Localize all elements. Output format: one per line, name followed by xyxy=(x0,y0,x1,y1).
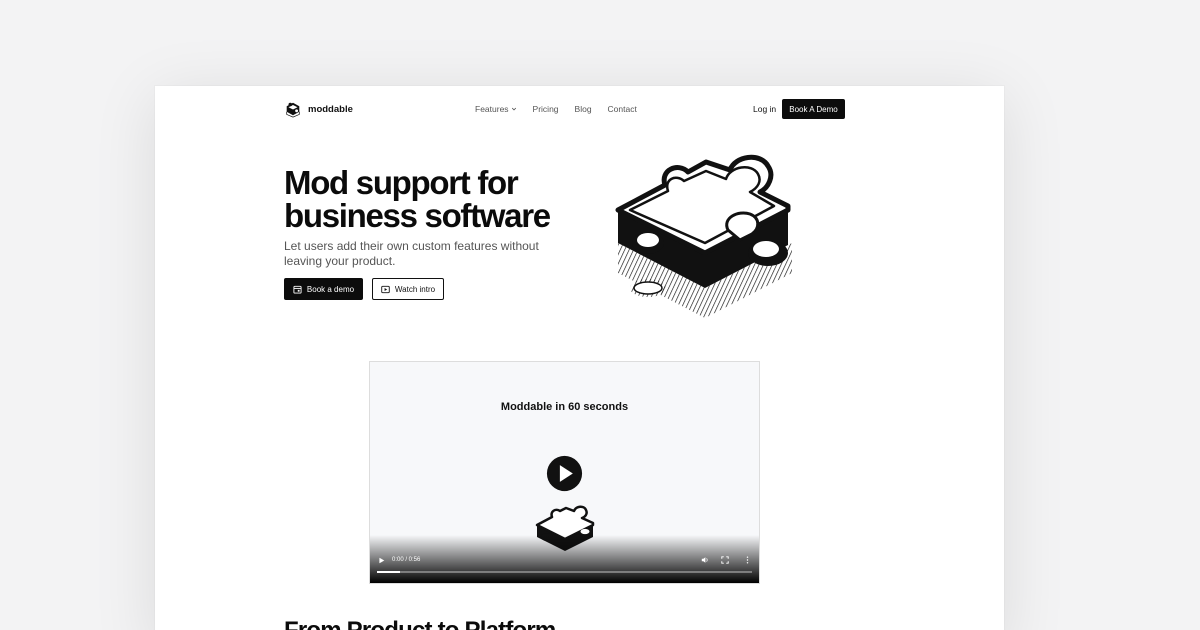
nav-link-contact[interactable]: Contact xyxy=(608,104,637,114)
hero-title: Mod support for business software xyxy=(284,164,551,234)
chevron-down-icon xyxy=(511,107,516,111)
calendar-icon xyxy=(293,285,302,294)
top-nav: moddable Features Pricing Blog Contact L… xyxy=(155,86,1004,132)
section-title: From Product to Platform xyxy=(284,617,556,630)
nav-link-features[interactable]: Features xyxy=(475,104,517,114)
book-demo-button[interactable]: Book a demo xyxy=(284,278,363,300)
puzzle-piece-icon xyxy=(615,154,792,318)
book-a-demo-nav-button[interactable]: Book A Demo xyxy=(782,99,845,119)
watch-intro-label: Watch intro xyxy=(394,284,436,294)
video-play-button[interactable] xyxy=(546,455,583,492)
video-time: 0:00 / 0:56 xyxy=(392,557,421,563)
play-icon[interactable] xyxy=(378,557,385,564)
video-progress-fill xyxy=(377,571,400,573)
nav-links: Features Pricing Blog Contact xyxy=(475,104,637,114)
fullscreen-icon[interactable] xyxy=(721,556,729,564)
login-link[interactable]: Log in xyxy=(753,104,776,114)
nav-link-pricing[interactable]: Pricing xyxy=(533,104,559,114)
moddable-logo-icon xyxy=(286,102,300,118)
play-icon xyxy=(381,285,390,293)
watch-intro-button[interactable]: Watch intro xyxy=(372,278,444,300)
video-title: Moddable in 60 seconds xyxy=(500,401,629,413)
hero-subtitle: Let users add their own custom features … xyxy=(284,239,539,268)
intro-video-player[interactable]: Moddable in 60 seconds 0:00 / 0:56 xyxy=(369,361,760,584)
brand-logo[interactable]: moddable xyxy=(284,100,353,118)
nav-link-features-label: Features xyxy=(475,104,509,114)
volume-icon[interactable] xyxy=(701,556,709,564)
more-options-icon[interactable] xyxy=(746,556,749,564)
brand-name: moddable xyxy=(308,103,353,115)
landing-page-card: moddable Features Pricing Blog Contact L… xyxy=(155,86,1004,630)
video-controls: 0:00 / 0:56 xyxy=(370,535,759,583)
video-progress-bar[interactable] xyxy=(377,571,752,573)
nav-link-blog[interactable]: Blog xyxy=(575,104,592,114)
book-demo-label: Book a demo xyxy=(306,284,355,294)
